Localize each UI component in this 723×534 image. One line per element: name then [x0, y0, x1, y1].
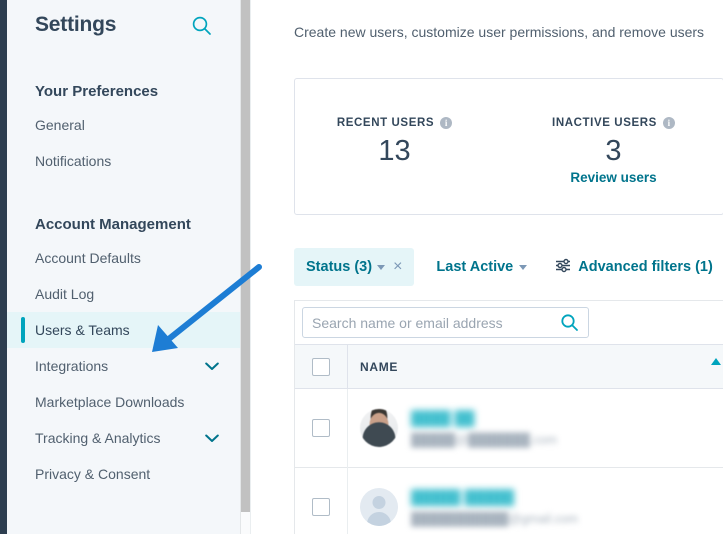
- chevron-down-icon: [205, 434, 219, 443]
- stat-label-row: Inactive Users i: [532, 117, 695, 129]
- stat-value: 13: [378, 135, 411, 167]
- user-email: ███████████@gmail.com: [411, 511, 579, 526]
- select-all-cell: [295, 357, 347, 376]
- sidebar-item-general[interactable]: General: [7, 107, 241, 143]
- avatar: [360, 409, 398, 447]
- main-content: Create new users, customize user permiss…: [251, 0, 723, 534]
- sidebar-item-label: Users & Teams: [35, 322, 130, 338]
- sidebar-section-account-management: Account Management Account Defaults Audi…: [7, 215, 241, 492]
- sidebar-item-account-defaults[interactable]: Account Defaults: [7, 240, 241, 276]
- settings-users-teams-screen: Settings Your Preferences General Notifi…: [0, 0, 723, 534]
- header-divider: [347, 345, 348, 390]
- info-icon[interactable]: i: [440, 117, 453, 129]
- sidebar-item-notifications[interactable]: Notifications: [7, 143, 241, 179]
- search-icon[interactable]: [560, 313, 579, 332]
- row-checkbox[interactable]: [312, 419, 330, 437]
- select-all-checkbox[interactable]: [312, 357, 330, 376]
- filter-bar: Status (3) × Last Active Advanced filter…: [294, 248, 713, 286]
- sidebar-heading-account-management: Account Management: [35, 216, 191, 233]
- sidebar-search-icon[interactable]: [189, 13, 213, 37]
- search-input[interactable]: [312, 314, 560, 331]
- row-divider: [347, 389, 348, 468]
- sidebar-scrollbar-thumb[interactable]: [241, 0, 250, 512]
- user-email: █████@███████.com: [411, 432, 558, 447]
- sidebar-header: Settings: [7, 0, 241, 42]
- sidebar-item-label: Privacy & Consent: [35, 466, 151, 482]
- sidebar-item-privacy-and-consent[interactable]: Privacy & Consent: [7, 456, 241, 492]
- stat-label: Inactive Users: [552, 117, 657, 129]
- advanced-filters-label: Advanced filters (1): [578, 259, 713, 275]
- avatar: [360, 488, 398, 526]
- sidebar-title: Settings: [35, 13, 117, 36]
- table-row[interactable]: ████ ██ █████@███████.com: [295, 389, 723, 468]
- row-select-cell: [295, 419, 347, 437]
- app-nav-rail: [0, 0, 7, 534]
- sliders-icon: [555, 258, 572, 277]
- advanced-filters-button[interactable]: Advanced filters (1): [555, 258, 713, 277]
- stat-value: 3: [605, 135, 622, 167]
- sidebar-item-audit-log[interactable]: Audit Log: [7, 276, 241, 312]
- sidebar-item-tracking-and-analytics[interactable]: Tracking & Analytics: [7, 420, 241, 456]
- sidebar-item-label: General: [35, 117, 85, 133]
- column-header-name[interactable]: NAME: [360, 360, 398, 374]
- table-row[interactable]: █████ █████ ███████████@gmail.com: [295, 468, 723, 534]
- settings-sidebar: Settings Your Preferences General Notifi…: [7, 0, 241, 534]
- sidebar-item-integrations[interactable]: Integrations: [7, 348, 241, 384]
- row-select-cell: [295, 498, 347, 516]
- sidebar-item-users-and-teams[interactable]: Users & Teams: [7, 312, 241, 348]
- review-users-link[interactable]: Review users: [532, 170, 695, 185]
- sidebar-item-label: Notifications: [35, 153, 112, 169]
- search-box[interactable]: [302, 307, 589, 338]
- user-stats-card: Recent Users i 13 Inactive Users i 3 Rev…: [294, 78, 723, 215]
- chevron-down-icon: [377, 264, 386, 270]
- chevron-down-icon: [519, 264, 528, 270]
- user-name-link[interactable]: █████ █████: [411, 489, 578, 505]
- sidebar-section-preferences: Your Preferences General Notifications: [7, 82, 241, 179]
- user-text: ████ ██ █████@███████.com: [411, 410, 557, 447]
- user-cell: █████ █████ ███████████@gmail.com: [360, 488, 578, 526]
- filter-last-active[interactable]: Last Active: [436, 259, 528, 275]
- user-name-link[interactable]: ████ ██: [411, 410, 557, 426]
- table-toolbar: [294, 300, 723, 344]
- avatar-body: [367, 512, 391, 526]
- sidebar-item-label: Audit Log: [35, 286, 95, 302]
- stat-recent-users: Recent Users i 13: [313, 79, 476, 214]
- table-header-row: NAME: [295, 344, 723, 390]
- page-description: Create new users, customize user permiss…: [294, 24, 705, 40]
- filter-status-chip[interactable]: Status (3) ×: [294, 248, 415, 286]
- filter-status-label: Status (3): [306, 259, 373, 275]
- chevron-down-icon: [205, 362, 219, 371]
- stat-label: Recent Users: [336, 117, 435, 129]
- close-icon[interactable]: ×: [393, 259, 402, 275]
- sidebar-item-label: Marketplace Downloads: [35, 394, 185, 410]
- sidebar-item-marketplace-downloads[interactable]: Marketplace Downloads: [7, 384, 241, 420]
- sidebar-item-label: Integrations: [35, 358, 109, 374]
- avatar-head: [372, 496, 386, 509]
- user-cell: ████ ██ █████@███████.com: [360, 409, 557, 447]
- stat-label-row: Recent Users i: [313, 117, 476, 129]
- user-text: █████ █████ ███████████@gmail.com: [411, 489, 578, 526]
- stat-inactive-users: Inactive Users i 3 Review users: [532, 79, 695, 214]
- info-icon[interactable]: i: [662, 117, 675, 129]
- sidebar-item-label: Tracking & Analytics: [35, 430, 161, 446]
- filter-last-active-label: Last Active: [436, 259, 514, 275]
- users-table: NAME ████ ██ █████@███████.com █████ ███…: [294, 344, 723, 534]
- sort-ascending-icon[interactable]: [711, 358, 721, 365]
- sidebar-heading-your-preferences: Your Preferences: [35, 83, 159, 100]
- row-checkbox[interactable]: [312, 498, 330, 516]
- sidebar-item-label: Account Defaults: [35, 250, 141, 266]
- row-divider: [347, 468, 348, 534]
